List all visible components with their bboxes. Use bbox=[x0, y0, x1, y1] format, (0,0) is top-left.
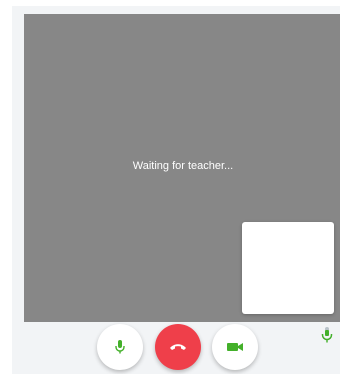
mic-icon bbox=[115, 340, 125, 354]
mic-level-icon bbox=[321, 327, 333, 343]
camera-button[interactable] bbox=[212, 324, 258, 370]
call-controls bbox=[0, 324, 340, 372]
videocam-icon bbox=[227, 343, 243, 351]
video-call-app: Waiting for teacher... bbox=[0, 0, 340, 374]
waiting-status-text: Waiting for teacher... bbox=[132, 160, 234, 172]
hangup-button[interactable] bbox=[155, 324, 201, 370]
mic-level-indicator bbox=[318, 326, 336, 348]
mic-button[interactable] bbox=[97, 324, 143, 370]
phone-hangup-icon bbox=[170, 344, 186, 350]
self-video-preview bbox=[242, 222, 334, 314]
